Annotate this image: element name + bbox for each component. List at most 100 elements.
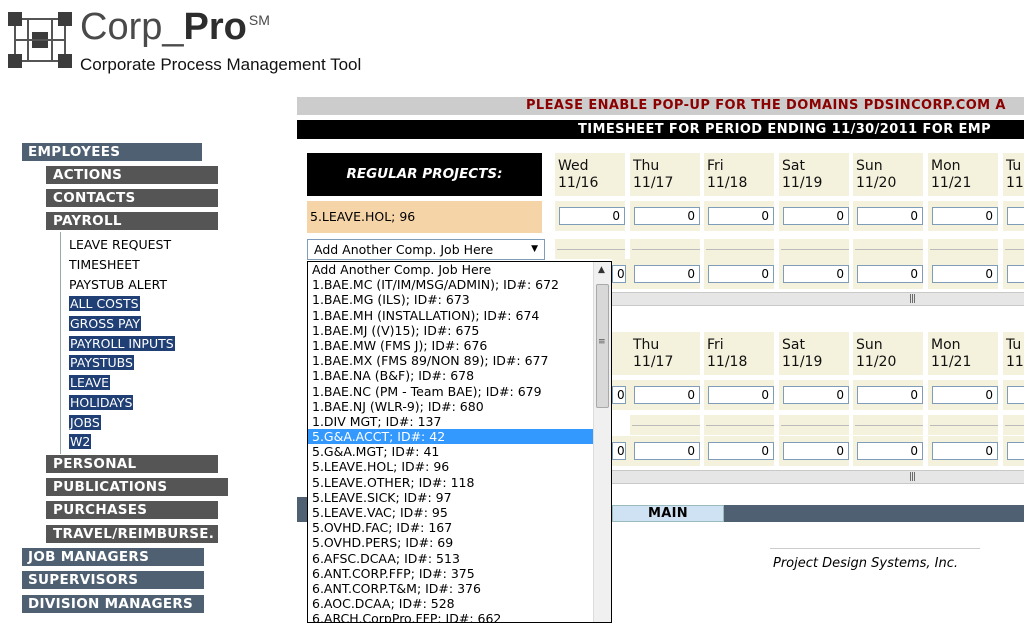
job-option[interactable]: 6.AOC.DCAA; ID#: 528 (308, 596, 593, 611)
row-separator (853, 415, 923, 435)
hours-input[interactable]: 0 (857, 207, 923, 225)
timesheet-period-banner: TIMESHEET FOR PERIOD ENDING 11/30/2011 F… (297, 120, 1024, 139)
job-option[interactable]: 1.BAE.NA (B&F); ID#: 678 (308, 368, 593, 383)
hours-input[interactable] (1007, 207, 1024, 225)
nav-link-timesheet[interactable]: TIMESHEET (69, 257, 140, 272)
nav-payroll[interactable]: PAYROLL (46, 212, 218, 230)
nav-travel-reimburse[interactable]: TRAVEL/REIMBURSE. (46, 525, 218, 543)
hours-input[interactable]: 0 (708, 442, 774, 460)
job-option[interactable]: 5.LEAVE.HOL; ID#: 96 (308, 459, 593, 474)
nav-link-paystubs[interactable]: PAYSTUBS (69, 355, 134, 370)
nav-link-all-costs[interactable]: ALL COSTS (69, 296, 140, 311)
add-job-select[interactable]: Add Another Comp. Job Here ▼ (307, 239, 545, 260)
job-option[interactable]: 1.DIV MGT; ID#: 137 (308, 414, 593, 429)
horizontal-scrollbar[interactable]: ||| (612, 470, 1024, 484)
hours-input[interactable]: 0 (559, 207, 625, 225)
main-button[interactable]: MAIN (612, 505, 724, 522)
job-option[interactable]: Add Another Comp. Job Here (308, 262, 593, 277)
nav-link-holidays[interactable]: HOLIDAYS (69, 395, 134, 410)
hours-input[interactable]: 0 (634, 207, 700, 225)
hours-input[interactable] (1007, 265, 1024, 283)
dropdown-scrollbar[interactable]: ▲ ≡ (593, 262, 611, 622)
row-separator (928, 239, 998, 259)
hours-input[interactable] (1007, 386, 1024, 404)
job-option[interactable]: 5.OVHD.PERS; ID#: 69 (308, 535, 593, 550)
hours-input[interactable]: 0 (612, 386, 626, 404)
nav-purchases[interactable]: PURCHASES (46, 501, 218, 519)
nav-job-managers[interactable]: JOB MANAGERS (22, 548, 204, 566)
job-option[interactable]: 1.BAE.MH (INSTALLATION); ID#: 674 (308, 308, 593, 323)
hours-input[interactable]: 0 (932, 442, 998, 460)
nav-actions[interactable]: ACTIONS (46, 166, 218, 184)
hours-input[interactable]: 0 (708, 386, 774, 404)
hours-input[interactable]: 0 (612, 265, 626, 283)
day-header: Sat 11/19 (779, 332, 849, 375)
hours-input[interactable]: 0 (932, 386, 998, 404)
day-header: Mon 11/21 (928, 153, 998, 196)
job-option[interactable]: 1.BAE.MW (FMS J); ID#: 676 (308, 338, 593, 353)
day-header: Tu11/ (1003, 332, 1024, 375)
job-option[interactable]: 6.ARCH.CorpPro.FFP; ID#: 662 (308, 611, 593, 622)
hours-input[interactable]: 0 (857, 442, 923, 460)
nav-link-payroll-inputs[interactable]: PAYROLL INPUTS (69, 336, 175, 351)
row-separator (704, 415, 774, 435)
job-option[interactable]: 6.ANT.CORP.FFP; ID#: 375 (308, 566, 593, 581)
job-option[interactable]: 5.LEAVE.SICK; ID#: 97 (308, 490, 593, 505)
hours-input[interactable]: 0 (708, 265, 774, 283)
row-separator (1003, 415, 1024, 435)
job-option[interactable]: 1.BAE.NC (PM - Team BAE); ID#: 679 (308, 384, 593, 399)
job-option[interactable]: 1.BAE.MJ ((V)15); ID#: 675 (308, 323, 593, 338)
job-option[interactable]: 6.ANT.CORP.T&M; ID#: 376 (308, 581, 593, 596)
job-option[interactable]: 1.BAE.MG (ILS); ID#: 673 (308, 292, 593, 307)
hours-input[interactable]: 0 (783, 265, 849, 283)
scroll-up-icon[interactable]: ▲ (598, 265, 605, 275)
row-separator (928, 415, 998, 435)
day-header: Wed 11/16 (555, 153, 625, 196)
nav-supervisors[interactable]: SUPERVISORS (22, 571, 204, 589)
nav-link-leave-request[interactable]: LEAVE REQUEST (69, 237, 171, 252)
hours-input[interactable]: 0 (634, 386, 700, 404)
job-option[interactable]: 5.G&A.MGT; ID#: 41 (308, 444, 593, 459)
job-option[interactable]: 6.AFSC.DCAA; ID#: 513 (308, 551, 593, 566)
nav-contacts[interactable]: CONTACTS (46, 189, 218, 207)
row-separator (630, 415, 700, 435)
hours-input[interactable]: 0 (612, 442, 626, 460)
job-option[interactable]: 5.OVHD.FAC; ID#: 167 (308, 520, 593, 535)
day-header: Sun 11/20 (853, 332, 923, 375)
hours-input[interactable]: 0 (634, 442, 700, 460)
hours-input[interactable]: 0 (783, 442, 849, 460)
horizontal-scrollbar[interactable]: ||| (612, 292, 1024, 306)
nav-link-gross-pay[interactable]: GROSS PAY (69, 316, 142, 331)
hours-input[interactable]: 0 (857, 265, 923, 283)
payroll-tree-line (60, 232, 61, 454)
scroll-grip-icon: ||| (909, 472, 916, 482)
hours-input[interactable] (1007, 442, 1024, 460)
job-option[interactable]: 5.LEAVE.OTHER; ID#: 118 (308, 475, 593, 490)
day-header: Thu 11/17 (630, 153, 700, 196)
hours-input[interactable]: 0 (634, 265, 700, 283)
nav-link-paystub-alert[interactable]: PAYSTUB ALERT (69, 277, 167, 292)
nav-publications[interactable]: PUBLICATIONS (46, 478, 228, 496)
hours-input[interactable]: 0 (783, 207, 849, 225)
nav-division-managers[interactable]: DIVISION MANAGERS (22, 595, 204, 613)
nav-link-w2[interactable]: W2 (69, 434, 92, 449)
job-dropdown-list[interactable]: Add Another Comp. Job Here 1.BAE.MC (IT/I… (307, 261, 612, 623)
job-option[interactable]: 1.BAE.NJ (WLR-9); ID#: 680 (308, 399, 593, 414)
scroll-thumb[interactable]: ≡ (596, 284, 609, 408)
job-row-label: 5.LEAVE.HOL; 96 (307, 201, 542, 233)
job-option[interactable]: 1.BAE.MX (FMS 89/NON 89); ID#: 677 (308, 353, 593, 368)
row-separator (704, 239, 774, 259)
nav-personal[interactable]: PERSONAL (46, 455, 218, 473)
job-option[interactable]: 5.LEAVE.VAC; ID#: 95 (308, 505, 593, 520)
hours-input[interactable]: 0 (857, 386, 923, 404)
hours-input[interactable]: 0 (708, 207, 774, 225)
nav-link-leave[interactable]: LEAVE (69, 375, 111, 390)
job-option[interactable]: 5.G&A.ACCT; ID#: 42 (308, 429, 593, 445)
hours-input[interactable]: 0 (783, 386, 849, 404)
brand-subtitle: Corporate Process Management Tool (80, 55, 362, 74)
job-option[interactable]: 1.BAE.MC (IT/IM/MSG/ADMIN); ID#: 672 (308, 277, 593, 292)
nav-employees[interactable]: EMPLOYEES (22, 143, 202, 161)
nav-link-jobs[interactable]: JOBS (69, 415, 101, 430)
hours-input[interactable]: 0 (932, 265, 998, 283)
hours-input[interactable]: 0 (932, 207, 998, 225)
